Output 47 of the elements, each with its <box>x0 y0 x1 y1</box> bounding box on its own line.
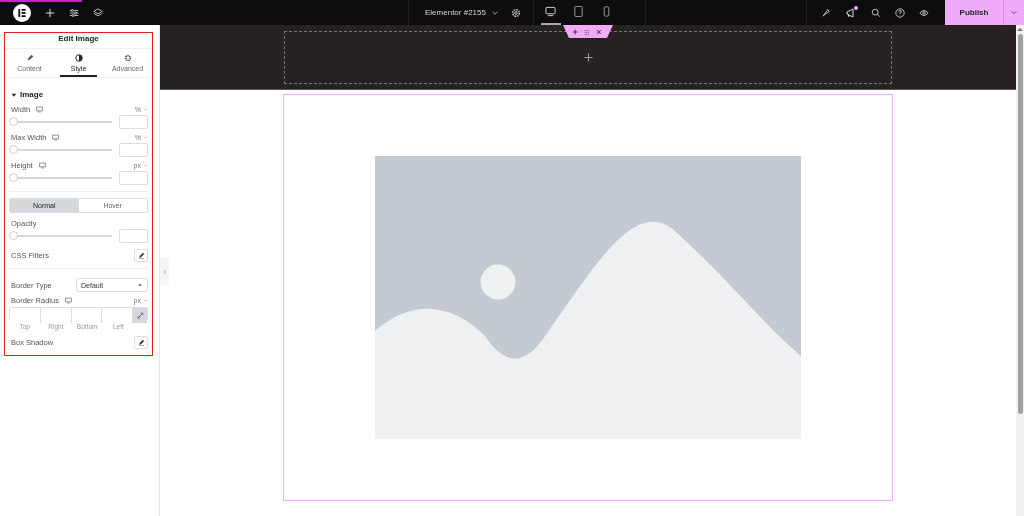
number-field[interactable] <box>119 143 148 157</box>
number-field[interactable] <box>119 171 148 185</box>
preview-eye-icon[interactable] <box>919 7 929 18</box>
settings-sliders-icon[interactable] <box>69 7 79 18</box>
section-handle[interactable] <box>563 25 613 38</box>
help-icon[interactable] <box>895 7 905 18</box>
dimension-field[interactable] <box>102 308 133 323</box>
desktop-icon[interactable] <box>38 162 46 169</box>
search-icon[interactable] <box>871 7 881 18</box>
caret-icon <box>137 282 143 288</box>
chevron-down-icon <box>1010 8 1018 17</box>
add-icon[interactable] <box>583 53 593 62</box>
tablet-icon <box>573 6 585 17</box>
panel-title: Edit Image <box>5 33 152 49</box>
image-widget[interactable] <box>283 94 893 501</box>
pencil-icon <box>137 252 145 259</box>
publish-button[interactable]: Publish <box>945 0 1003 25</box>
pencil-icon <box>25 54 34 62</box>
settings-icon[interactable] <box>510 7 521 18</box>
link-values-button[interactable] <box>133 308 147 323</box>
desktop-icon <box>545 6 557 17</box>
edit-button[interactable] <box>134 249 148 262</box>
chevron-down-icon <box>143 107 148 112</box>
empty-section[interactable] <box>284 31 892 84</box>
desktop-icon[interactable] <box>36 106 44 113</box>
chevron-left-icon <box>162 268 167 275</box>
number-field[interactable] <box>119 115 148 129</box>
megaphone-icon[interactable] <box>845 6 857 19</box>
layers-icon[interactable] <box>93 7 103 18</box>
dimension-field[interactable] <box>40 308 72 323</box>
pencil-icon <box>137 339 145 346</box>
dimension-field[interactable] <box>10 308 41 323</box>
chevron-down-icon <box>143 135 148 140</box>
chevron-down-icon <box>143 298 148 303</box>
elementor-logo-icon[interactable] <box>13 3 31 22</box>
link-icon <box>136 312 144 319</box>
gear-icon <box>123 54 132 62</box>
desktop-icon[interactable] <box>64 297 72 304</box>
section-header[interactable]: Image <box>9 78 44 105</box>
contrast-icon <box>74 54 83 62</box>
desktop-icon[interactable] <box>52 134 60 141</box>
edit-button[interactable] <box>134 336 148 349</box>
caret-icon <box>11 91 17 98</box>
dimension-field[interactable] <box>71 308 103 323</box>
chevron-down-icon <box>143 163 148 168</box>
number-field[interactable] <box>119 229 148 243</box>
document-title-dropdown[interactable]: Elementor #2155 <box>425 8 499 17</box>
